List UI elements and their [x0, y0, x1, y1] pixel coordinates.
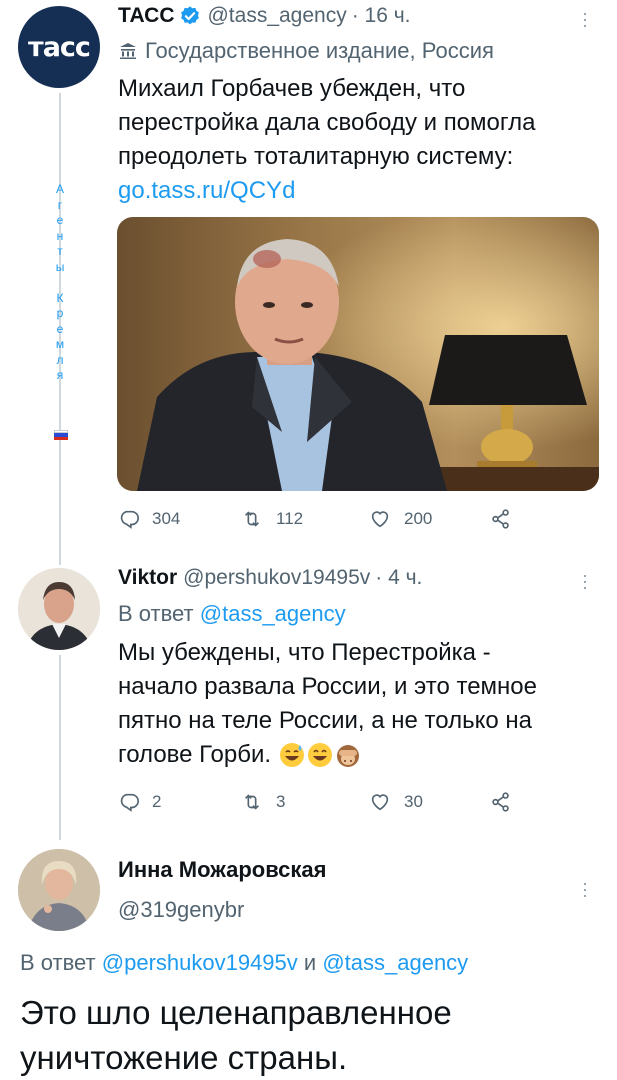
tweet3-reply-to-link-2[interactable]: @tass_agency [322, 950, 468, 975]
tweet3-text-line: Это шло целенаправленное [20, 994, 452, 1031]
tweet2-text-line: начало развала России, и это темное [118, 673, 537, 700]
tweet1-state-label: Государственное издание, Россия [118, 38, 494, 64]
viktor-avatar[interactable] [18, 568, 100, 650]
tweet2-text-line: пятно на теле России, а не только на [118, 707, 532, 734]
tass-avatar-text: тасс [28, 31, 91, 63]
inna-avatar[interactable] [18, 849, 100, 931]
side-label-letter [53, 275, 67, 291]
side-label-letter: г [57, 197, 63, 212]
tweet1-share-button[interactable] [490, 508, 524, 530]
tweet1-like-count: 200 [404, 509, 433, 528]
tass-avatar[interactable]: тасс [18, 6, 100, 88]
tweet2-last-line: голове Горби. [118, 738, 598, 772]
tweet2-header: Viktor @pershukov19495v · 4 ч. [118, 566, 422, 590]
inna-avatar-photo [18, 849, 100, 931]
tweet1-text-line: преодолеть тоталитарную систему: [118, 143, 514, 170]
russia-flag-icon [54, 430, 68, 440]
side-label-letter: н [56, 228, 64, 243]
tweet3-text: Это шло целенаправленное уничтожение стр… [20, 990, 610, 1080]
see-no-evil-monkey-emoji [337, 745, 360, 767]
share-icon [492, 792, 509, 812]
tweet1-link[interactable]: go.tass.ru/QCYd [118, 174, 598, 208]
tweet2-reply-count: 2 [152, 792, 162, 811]
tweet1-reply-count: 304 [152, 509, 181, 528]
tweet2-text-line: Мы убеждены, что Перестройка - [118, 639, 491, 666]
retweet-icon [244, 794, 260, 810]
side-label-letter: я [56, 368, 64, 382]
tweet2-like-count: 30 [404, 792, 423, 811]
share-icon [492, 509, 509, 529]
tweet1-text-line: перестройка дала свободу и помогла [118, 109, 536, 136]
tweet2-text-line: голове Горби. [118, 741, 272, 768]
tweet2-reply-prefix: В ответ [118, 601, 194, 626]
heart-icon [371, 511, 389, 528]
side-label-letter: р [56, 306, 64, 320]
verified-badge-icon [181, 6, 200, 25]
tweet2-reply-to-link[interactable]: @tass_agency [200, 601, 346, 626]
side-label-letter: м [55, 337, 65, 351]
tweet1-time[interactable]: · 16 ч. [352, 4, 411, 28]
government-building-icon [120, 43, 136, 59]
tweet3-reply-and: и [303, 950, 317, 975]
side-label: Агенты Кремля [53, 182, 67, 384]
side-label-letter: е [56, 321, 64, 336]
tweet3-reply-line: В ответ @pershukov19495v и @tass_agency [20, 950, 468, 976]
tweet1-handle[interactable]: @tass_agency [207, 4, 346, 28]
side-label-letter: е [56, 213, 64, 227]
reply-icon [120, 510, 139, 529]
tweet1-like-button[interactable]: 200 [368, 508, 432, 530]
tweet1-photo[interactable] [117, 217, 599, 491]
tweet2-author-name[interactable]: Viktor [118, 566, 177, 590]
tweet2-retweet-button[interactable]: 3 [240, 791, 285, 813]
tweet1-author-name[interactable]: ТАСС [118, 4, 174, 28]
side-label-letter: т [57, 244, 63, 258]
tweet1-state-label-text: Государственное издание, Россия [145, 38, 494, 63]
heart-icon [371, 794, 389, 811]
tweet3-reply-to-link-1[interactable]: @pershukov19495v [102, 950, 298, 975]
tweet1-retweet-button[interactable]: 112 [240, 508, 303, 530]
tweet2-more-icon[interactable]: · · · [580, 566, 590, 596]
tweet2-handle[interactable]: @pershukov19495v [183, 566, 370, 590]
tweet3-handle[interactable]: @319genybr [118, 897, 244, 923]
tweet2-text: Мы убеждены, что Перестройка - начало ра… [118, 636, 598, 772]
tweet3-author-name[interactable]: Инна Можаровская [118, 857, 326, 883]
retweet-icon [244, 511, 260, 527]
tweet1-header: ТАСС @tass_agency · 16 ч. [118, 4, 411, 28]
grin-emoji [308, 743, 333, 767]
photo-illustration [117, 217, 599, 491]
tweet1-text: Михаил Горбачев убежден, что перестройка… [118, 72, 598, 208]
tweet1-more-icon[interactable]: · · · [580, 4, 590, 34]
side-label-letter: ы [55, 259, 65, 274]
viktor-avatar-photo [18, 568, 100, 650]
tweet2-share-button[interactable] [490, 791, 524, 813]
side-label-letter: К [56, 290, 64, 305]
tweet2-reply-button[interactable]: 2 [118, 791, 161, 813]
side-label-letter: л [56, 352, 64, 367]
sweat-smile-emoji [280, 743, 305, 767]
tweet2-reply-line: В ответ @tass_agency [118, 601, 346, 627]
tweet2-like-button[interactable]: 30 [368, 791, 423, 813]
reply-icon [120, 793, 139, 812]
tweet1-reply-button[interactable]: 304 [118, 508, 180, 530]
tweet1-text-line: Михаил Горбачев убежден, что [118, 75, 466, 102]
tweet3-reply-prefix: В ответ [20, 950, 96, 975]
side-label-letter: А [55, 182, 64, 196]
tweet2-retweet-count: 3 [276, 792, 286, 811]
thread-line-2 [59, 655, 61, 840]
tweet1-retweet-count: 112 [276, 509, 304, 528]
tweet2-time[interactable]: · 4 ч. [375, 566, 422, 590]
tweet3-more-icon[interactable]: · · · [580, 874, 590, 904]
tweet3-text-line: уничтожение страны. [20, 1039, 348, 1076]
